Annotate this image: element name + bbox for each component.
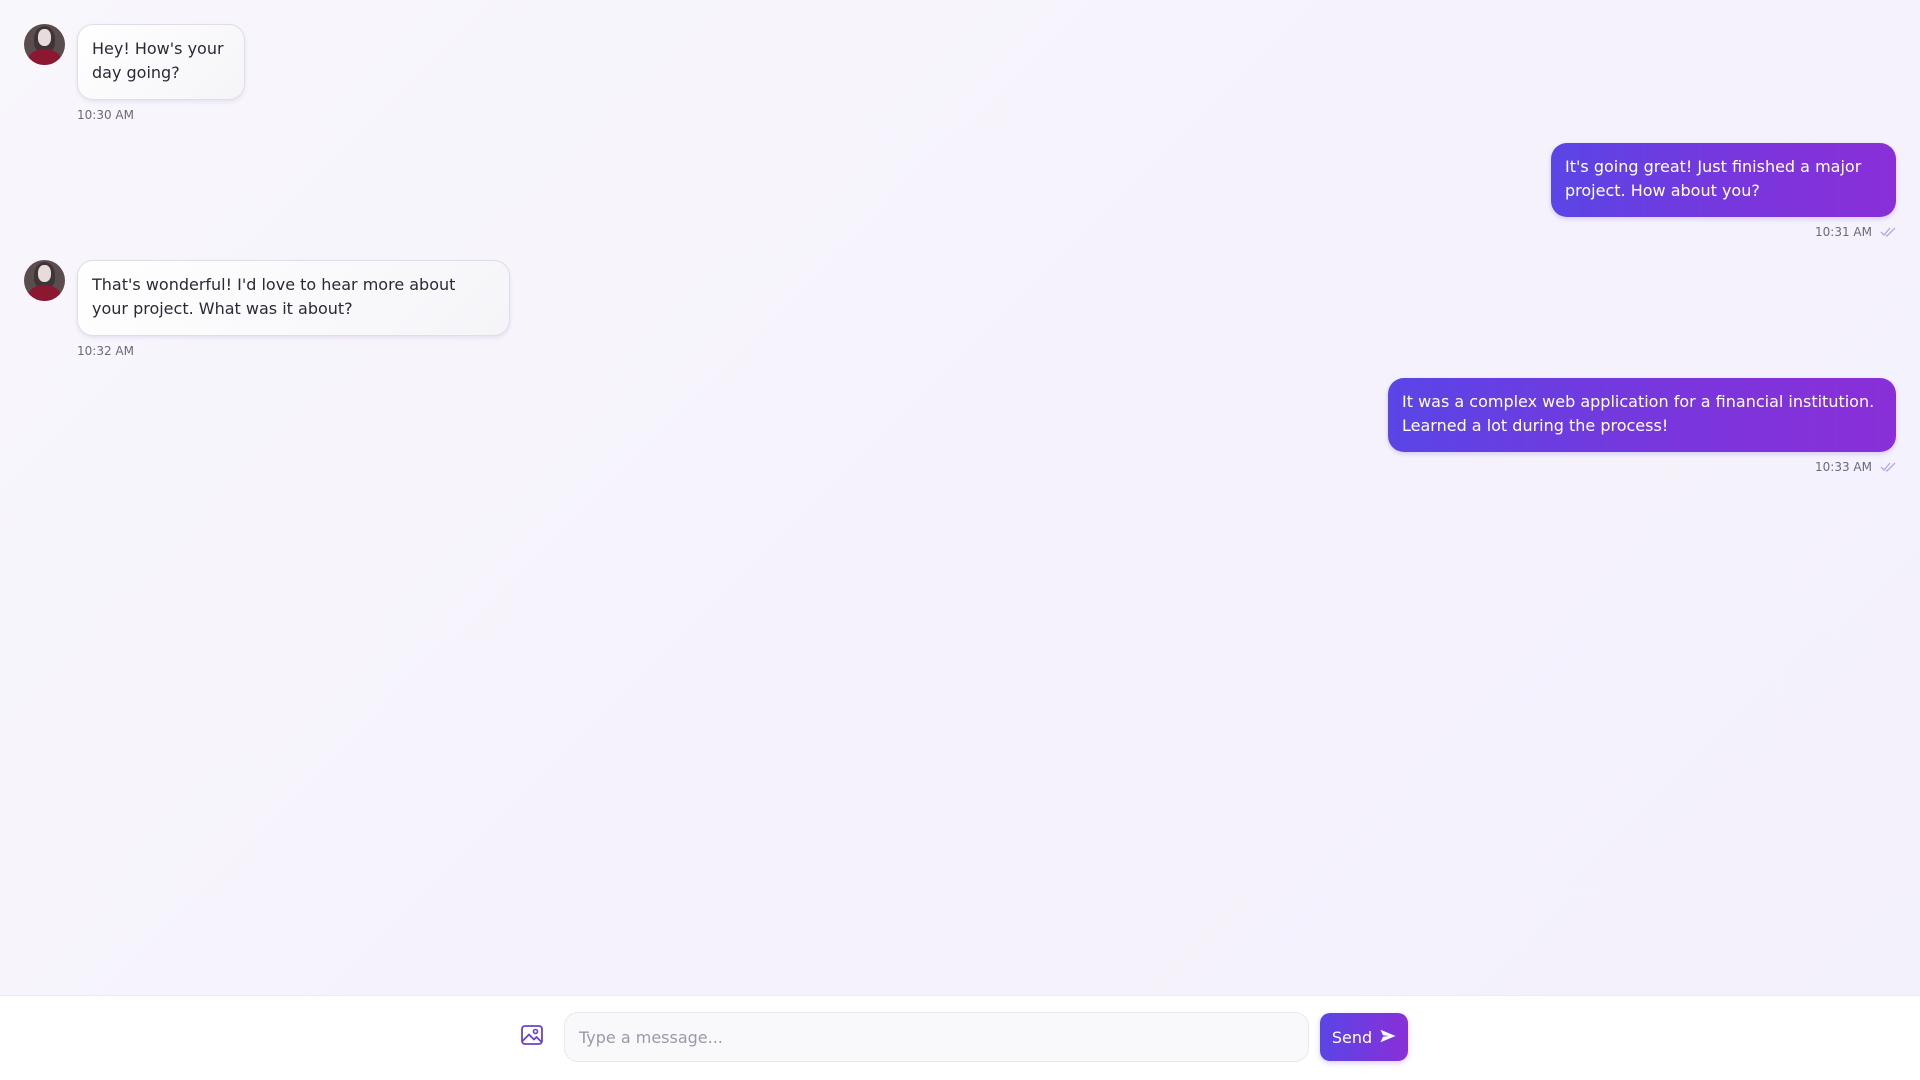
message-timestamp: 10:32 AM <box>77 344 134 358</box>
double-check-icon <box>1880 227 1896 237</box>
message-incoming: Hey! How's your day going? 10:30 AM <box>24 24 245 122</box>
send-button-label: Send <box>1331 1027 1373 1047</box>
message-bubble: It's going great! Just finished a major … <box>1551 143 1896 217</box>
message-timestamp: 10:33 AM <box>1815 460 1872 474</box>
send-icon <box>1380 1028 1396 1047</box>
send-button[interactable]: Send <box>1320 1013 1408 1061</box>
message-text: Hey! How's your day going? <box>92 39 224 82</box>
message-composer: Send <box>0 995 1920 1080</box>
image-icon[interactable] <box>520 1024 544 1046</box>
message-text: It's going great! Just finished a major … <box>1565 157 1862 200</box>
message-timestamp: 10:30 AM <box>77 108 134 122</box>
message-outgoing: It was a complex web application for a f… <box>1388 378 1896 474</box>
double-check-icon <box>1880 462 1896 472</box>
message-text: It was a complex web application for a f… <box>1402 392 1875 435</box>
avatar[interactable] <box>24 260 65 301</box>
message-bubble: It was a complex web application for a f… <box>1388 378 1896 452</box>
message-text: That's wonderful! I'd love to hear more … <box>92 275 456 318</box>
message-incoming: That's wonderful! I'd love to hear more … <box>24 260 510 358</box>
message-list: Hey! How's your day going? 10:30 AM It's… <box>0 0 1920 996</box>
message-timestamp: 10:31 AM <box>1815 225 1872 239</box>
message-input[interactable] <box>564 1012 1309 1062</box>
message-bubble: That's wonderful! I'd love to hear more … <box>77 260 510 336</box>
avatar[interactable] <box>24 24 65 65</box>
message-outgoing: It's going great! Just finished a major … <box>1551 143 1896 239</box>
message-bubble: Hey! How's your day going? <box>77 24 245 100</box>
